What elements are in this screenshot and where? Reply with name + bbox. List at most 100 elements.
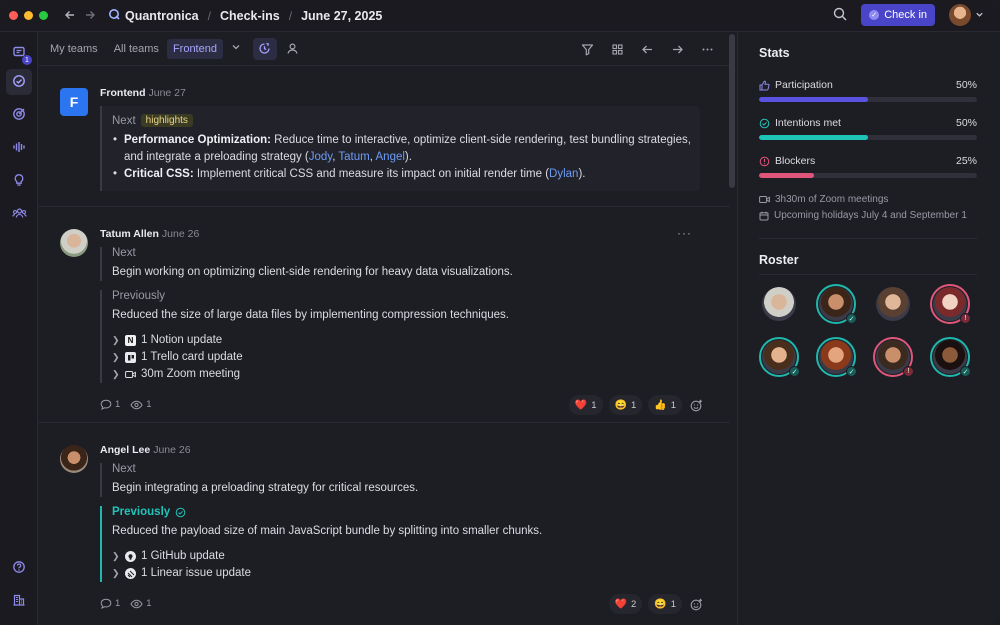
chevron-down-icon[interactable] — [231, 42, 241, 55]
notion-icon: N — [125, 335, 136, 346]
chevron-right-icon: ❯ — [112, 335, 120, 345]
brand[interactable]: Quantronica — [108, 8, 199, 23]
card-footer: 1 1 — [100, 598, 152, 609]
roster-avatar[interactable]: ✓ — [816, 284, 857, 324]
next-day-arrow-icon[interactable] — [666, 38, 688, 60]
rail-goals[interactable] — [6, 102, 32, 128]
search-icon[interactable] — [833, 7, 847, 24]
highlights-list: Performance Optimization: Reduce time to… — [112, 132, 700, 183]
roster-avatar[interactable] — [759, 284, 799, 324]
reaction-heart[interactable]: ❤️ 2 — [608, 594, 643, 614]
views-count[interactable]: 1 — [130, 399, 152, 410]
breadcrumb-checkins[interactable]: Check-ins — [220, 9, 280, 23]
rail-team[interactable] — [6, 201, 32, 227]
chevron-right-icon: ❯ — [112, 551, 120, 561]
update-row-zoom[interactable]: ❯ 30m Zoom meeting — [112, 366, 509, 383]
trello-icon — [125, 352, 136, 363]
mention-link[interactable]: Tatum — [338, 151, 369, 163]
add-reaction-icon[interactable] — [688, 397, 704, 413]
status-check-icon: ✓ — [846, 313, 857, 324]
progress-bar — [759, 97, 977, 102]
stats-title: Stats — [759, 46, 790, 60]
mention-link[interactable]: Jody — [309, 151, 332, 163]
add-reaction-icon[interactable] — [688, 596, 704, 612]
update-row-github[interactable]: ❯ 1 GitHub update — [112, 548, 542, 565]
left-rail: 1 — [0, 32, 38, 625]
rail-inbox[interactable]: 1 — [6, 40, 32, 66]
update-label: 1 Linear issue update — [141, 567, 251, 579]
reaction-count: 1 — [670, 399, 676, 411]
update-row-trello[interactable]: ❯ 1 Trello card update — [112, 349, 509, 366]
filter-icon[interactable] — [576, 38, 598, 60]
avatar[interactable] — [60, 445, 88, 473]
feed-scrollbar[interactable] — [729, 34, 735, 188]
rail-pulse[interactable] — [6, 135, 32, 161]
author-name[interactable]: Angel Lee — [100, 444, 150, 456]
tab-my-teams[interactable]: My teams — [44, 39, 104, 59]
update-row-notion[interactable]: ❯ N 1 Notion update — [112, 332, 509, 349]
brand-name: Quantronica — [125, 8, 199, 23]
forward-arrow-icon[interactable] — [84, 8, 96, 24]
author-name[interactable]: Tatum Allen — [100, 228, 159, 240]
avatar[interactable] — [60, 229, 88, 257]
reaction-thumbs-up[interactable]: 👍 1 — [648, 395, 682, 415]
rail-ideas[interactable] — [6, 168, 32, 194]
list-item: Performance Optimization: Reduce time to… — [112, 132, 700, 166]
stat-label: Participation — [775, 79, 833, 91]
brand-logo-icon — [108, 8, 120, 23]
tab-frontend[interactable]: Frontend — [166, 38, 223, 59]
app-window: Quantronica / Check-ins / June 27, 2025 … — [0, 0, 1000, 625]
minimize-window-button[interactable] — [24, 11, 33, 20]
reaction-count: 1 — [630, 399, 637, 411]
comments-count[interactable]: 1 — [100, 399, 120, 410]
breadcrumb-separator: / — [207, 8, 211, 23]
rail-help[interactable] — [6, 555, 32, 581]
mention-link[interactable]: Angel — [376, 151, 405, 163]
rail-org[interactable] — [6, 588, 32, 614]
close-window-button[interactable] — [9, 11, 18, 20]
back-arrow-icon[interactable] — [64, 8, 76, 24]
user-menu[interactable] — [949, 4, 984, 26]
bullet-title: Critical CSS: — [124, 168, 194, 180]
comments-count[interactable]: 1 — [100, 598, 120, 609]
next-block: Next Begin integrating a preloading stra… — [100, 463, 418, 497]
recent-filter-button[interactable] — [252, 37, 277, 60]
post-date: June 27 — [148, 87, 186, 99]
reaction-heart[interactable]: ❤️ 1 — [568, 395, 603, 415]
views-count[interactable]: 1 — [130, 598, 152, 609]
history-nav — [64, 8, 96, 24]
roster-title: Roster — [759, 253, 799, 267]
grid-view-icon[interactable] — [606, 38, 628, 60]
check-in-button[interactable]: ✓ Check in — [861, 4, 935, 26]
author-name[interactable]: Frontend — [100, 87, 146, 99]
stat-label: Blockers — [775, 155, 816, 167]
next-block: Next Begin working on optimizing client-… — [100, 247, 513, 281]
waveform-icon — [12, 140, 26, 157]
reaction-smile[interactable]: 😄 1 — [648, 594, 682, 614]
more-options-icon[interactable]: ··· — [677, 226, 692, 240]
toolbar-actions — [576, 38, 718, 60]
zoom-window-button[interactable] — [39, 11, 48, 20]
previous-day-arrow-icon[interactable] — [636, 38, 658, 60]
more-options-icon[interactable] — [696, 38, 718, 60]
update-row-linear[interactable]: ❯ 1 Linear issue update — [112, 565, 542, 582]
roster-avatar[interactable]: ✓ — [930, 337, 971, 377]
mention-link[interactable]: Dylan — [549, 168, 578, 180]
status-check-icon: ✓ — [846, 366, 857, 377]
section-label: Next highlights — [112, 114, 700, 127]
progress-fill — [759, 173, 814, 178]
reaction-smile[interactable]: 😄 1 — [608, 395, 643, 415]
breadcrumb-date[interactable]: June 27, 2025 — [301, 9, 382, 23]
rail-checkins[interactable] — [6, 69, 32, 95]
tab-all-teams[interactable]: All teams — [108, 39, 165, 59]
roster-avatar[interactable]: ✓ — [816, 337, 857, 377]
person-filter-button[interactable] — [281, 38, 305, 60]
roster-avatar[interactable]: ! — [873, 337, 914, 377]
update-label: 1 Trello card update — [141, 351, 243, 363]
roster-avatar[interactable]: ✓ — [759, 337, 800, 377]
avatar-photo — [876, 287, 910, 321]
eye-icon — [130, 599, 143, 608]
comment-icon — [100, 399, 112, 410]
roster-avatar[interactable] — [873, 284, 913, 324]
roster-avatar[interactable]: ! — [930, 284, 971, 324]
